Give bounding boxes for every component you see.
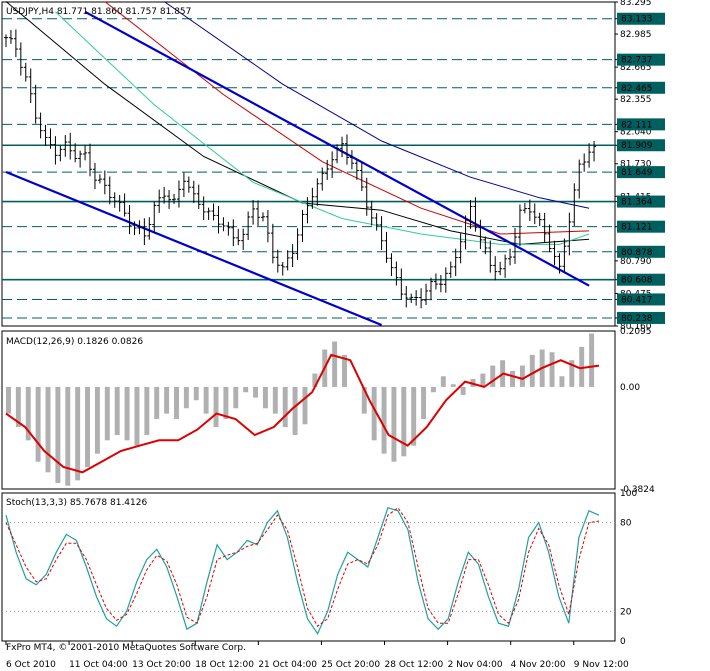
macd-histogram-bar — [332, 341, 338, 387]
macd-histogram-bar — [213, 386, 219, 427]
level-tag-text: 80.608 — [621, 276, 653, 286]
macd-label: MACD(12,26,9) 0.1826 0.0826 — [6, 337, 143, 347]
macd-pane: 0.20950.00-0.3824 — [5, 327, 655, 495]
macd-histogram-bar — [124, 386, 130, 441]
macd-histogram-bar — [223, 386, 229, 419]
level-tag-text: 81.364 — [621, 198, 653, 208]
pane-frames — [1, 1, 616, 642]
macd-histogram-bar — [490, 365, 496, 387]
moving-average-line — [55, 11, 590, 245]
macd-histogram-bar — [193, 386, 199, 401]
price-frame — [1, 1, 616, 327]
x-tick-label: 21 Oct 04:00 — [258, 660, 317, 670]
macd-histogram-bar — [35, 386, 41, 462]
macd-histogram-bar — [292, 386, 298, 435]
macd-histogram-bar — [529, 354, 535, 387]
macd-histogram-bar — [480, 373, 486, 387]
macd-histogram-bar — [174, 386, 179, 419]
stoch-tick-label: 20 — [620, 607, 632, 617]
level-tag-text: 81.121 — [621, 223, 653, 233]
price-tick-label: 82.985 — [620, 30, 652, 40]
macd-histogram-bar — [233, 386, 239, 409]
level-tag-text: 80.238 — [621, 314, 653, 324]
watermark: FxPro MT4, © 2001-2010 MetaQuotes Softwa… — [6, 643, 246, 653]
macd-histogram-bar — [183, 386, 189, 409]
macd-histogram-bar — [430, 386, 436, 393]
macd-histogram-bar — [65, 386, 71, 486]
x-tick-label: 2 Nov 04:00 — [448, 660, 503, 670]
price-tick-label: 82.355 — [620, 95, 652, 105]
macd-histogram-bar — [164, 386, 170, 414]
stoch-tick-label: 0 — [620, 637, 626, 647]
stoch-label: Stoch(13,3,3) 85.7678 81.4126 — [6, 498, 147, 508]
level-tag-text: 80.417 — [621, 295, 653, 305]
stoch-signal-line — [5, 507, 600, 627]
stoch-tick-label: 100 — [620, 489, 637, 499]
level-tag-text: 81.649 — [621, 168, 653, 178]
x-tick-label: 25 Oct 20:00 — [321, 660, 380, 670]
macd-histogram-bar — [154, 386, 160, 419]
macd-histogram-bar — [85, 386, 91, 468]
macd-tick-label: 0.00 — [620, 383, 640, 393]
macd-histogram-bar — [243, 386, 249, 393]
stoch-tick-label: 80 — [620, 519, 632, 529]
x-tick-label: 6 Oct 2010 — [6, 660, 56, 670]
macd-histogram-bar — [262, 386, 268, 409]
x-tick-label: 4 Nov 20:00 — [511, 660, 566, 670]
x-tick-label: 11 Oct 04:00 — [69, 660, 128, 670]
macd-histogram-bar — [510, 370, 515, 387]
macd-histogram-bar — [391, 386, 397, 462]
price-pane: 83.29583.13382.98582.73782.66582.46582.3… — [2, 0, 665, 332]
macd-tick-label: 0.2095 — [620, 327, 652, 337]
macd-histogram-bar — [421, 386, 427, 419]
macd-histogram-bar — [75, 386, 81, 481]
macd-histogram-bar — [519, 365, 525, 387]
x-tick-label: 28 Oct 12:00 — [385, 660, 444, 670]
moving-average-line — [163, 1, 590, 209]
macd-histogram-bar — [589, 333, 595, 387]
x-tick-label: 18 Oct 12:00 — [195, 660, 254, 670]
price-tick-label: 80.790 — [620, 257, 652, 267]
macd-histogram-bar — [272, 386, 278, 414]
level-tag-text: 82.111 — [621, 120, 653, 130]
macd-histogram-bar — [450, 384, 456, 387]
macd-histogram-bar — [6, 386, 11, 414]
macd-histogram-bar — [401, 386, 407, 457]
macd-histogram-bar — [282, 386, 288, 427]
macd-histogram-bar — [144, 386, 150, 435]
macd-histogram-bar — [45, 386, 51, 473]
macd-histogram-bar — [440, 376, 446, 387]
macd-histogram-bar — [302, 386, 308, 425]
chart-root: 83.29583.13382.98582.73782.66582.46582.3… — [1, 0, 665, 670]
macd-histogram-bar — [104, 386, 110, 441]
level-tag-text: 82.737 — [621, 56, 653, 66]
level-tag-text: 82.465 — [621, 84, 653, 94]
price-tick-label: 83.295 — [620, 0, 652, 8]
x-tick-label: 13 Oct 20:00 — [132, 660, 191, 670]
macd-histogram-bar — [94, 386, 100, 454]
macd-histogram-bar — [55, 386, 61, 484]
macd-histogram-bar — [460, 386, 466, 395]
macd-histogram-bar — [203, 386, 209, 414]
macd-histogram-bar — [253, 386, 259, 398]
symbol-header: USDJPY,H4 81.771 81.860 81.757 81.857 — [6, 7, 191, 17]
level-tag-text: 80.878 — [621, 248, 653, 258]
x-tick-label: 9 Nov 12:00 — [574, 660, 629, 670]
stoch-main-line — [5, 507, 600, 635]
macd-histogram-bar — [114, 386, 120, 435]
macd-histogram-bar — [381, 386, 387, 454]
macd-histogram-bar — [549, 352, 555, 387]
level-tag-text: 83.133 — [621, 15, 653, 25]
level-tag-text: 81.909 — [621, 141, 653, 151]
macd-histogram-bar — [134, 386, 140, 446]
stoch-pane: 100 80 20 0 — [2, 489, 637, 647]
macd-histogram-bar — [559, 376, 565, 387]
